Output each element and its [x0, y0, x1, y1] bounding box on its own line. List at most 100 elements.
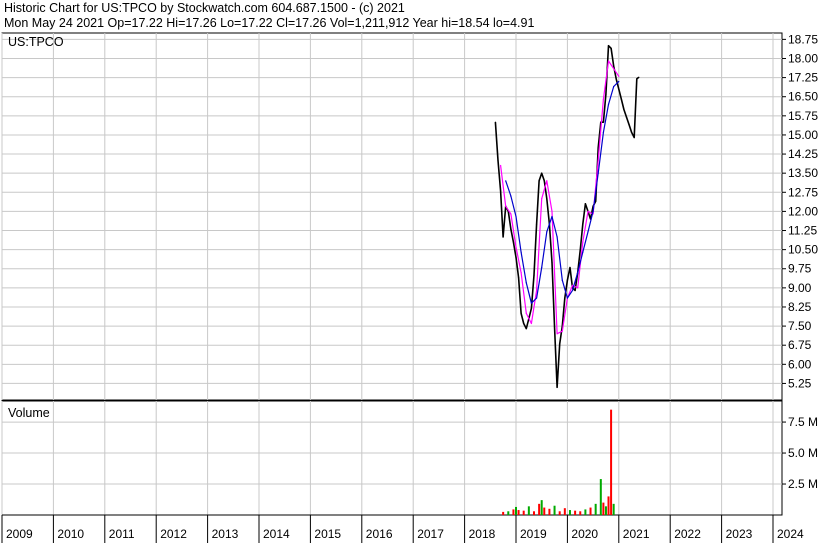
data-point-moving-average-short: [551, 210, 553, 213]
data-point-moving-average-short: [602, 98, 604, 100]
data-point-price: [579, 249, 581, 251]
data-point-price: [530, 307, 533, 309]
data-point-moving-average-long: [505, 180, 507, 182]
volume-bar: [594, 503, 597, 515]
volume-bar: [607, 496, 610, 515]
price-tick-label: 17.25: [788, 71, 818, 85]
x-tick-label: 2016: [366, 527, 393, 541]
price-panel-label: US:TPCO: [8, 35, 64, 49]
price-tick-label: 6.00: [788, 357, 812, 371]
price-tick-label: 10.50: [788, 243, 818, 257]
data-point-moving-average-long: [613, 85, 615, 88]
data-point-price: [553, 325, 556, 327]
data-point-price: [515, 256, 517, 258]
volume-bar: [502, 511, 505, 515]
data-point-price: [494, 121, 497, 123]
data-point-moving-average-long: [597, 172, 599, 174]
data-point-moving-average-long: [541, 266, 543, 269]
data-point-moving-average-long: [577, 271, 579, 274]
data-point-price: [602, 121, 604, 123]
data-point-moving-average-long: [530, 302, 533, 304]
volume-bar: [563, 508, 566, 515]
data-point-price: [595, 200, 597, 202]
x-tick-label: 2020: [571, 527, 598, 541]
x-tick-label: 2023: [726, 527, 753, 541]
x-tick-label: 2019: [520, 527, 547, 541]
data-point-moving-average-long: [566, 297, 569, 299]
data-point-price: [510, 228, 512, 230]
data-point-price: [582, 223, 584, 225]
data-point-price: [633, 136, 635, 139]
volume-bar: [548, 508, 551, 515]
data-point-price: [525, 328, 527, 330]
data-point-moving-average-long: [520, 251, 522, 253]
data-point-price: [551, 261, 553, 263]
x-tick-label: 2011: [109, 527, 135, 541]
price-tick-label: 7.50: [788, 319, 812, 333]
data-point-price: [499, 190, 502, 192]
volume-bar: [543, 507, 546, 515]
price-tick-label: 6.75: [788, 338, 812, 352]
volume-bar: [584, 509, 587, 515]
data-point-moving-average-short: [571, 284, 574, 286]
data-point-moving-average-short: [556, 333, 558, 335]
price-tick-label: 15.75: [788, 109, 818, 123]
volume-bar: [579, 511, 582, 515]
x-tick-label: 2012: [160, 527, 187, 541]
data-point-moving-average-short: [546, 180, 548, 182]
data-point-moving-average-long: [607, 103, 610, 105]
data-point-price: [546, 198, 548, 200]
data-point-price: [623, 108, 625, 111]
data-point-moving-average-long: [535, 297, 538, 299]
data-point-price: [512, 241, 515, 243]
data-point-moving-average-short: [520, 271, 522, 274]
volume-bar: [568, 510, 571, 515]
data-point-price: [566, 279, 569, 281]
data-point-price: [625, 116, 628, 118]
volume-bar: [589, 507, 592, 515]
volume-bar: [532, 511, 535, 515]
x-tick-label: 2009: [6, 527, 33, 541]
price-tick-label: 14.25: [788, 147, 818, 161]
volume-tick-label: 2.5 M: [788, 477, 818, 491]
x-tick-label: 2018: [469, 527, 496, 541]
price-tick-label: 5.25: [788, 376, 812, 390]
volume-bar: [610, 409, 613, 515]
data-point-price: [520, 312, 522, 314]
data-point-price: [541, 172, 543, 174]
data-point-price: [564, 297, 566, 299]
data-point-moving-average-short: [499, 164, 502, 167]
volume-bar: [512, 509, 515, 515]
volume-bar: [574, 510, 577, 515]
price-tick-label: 12.75: [788, 185, 818, 199]
data-point-moving-average-short: [510, 213, 512, 215]
data-point-moving-average-short: [618, 75, 620, 77]
data-point-price: [533, 274, 535, 276]
data-point-moving-average-short: [613, 68, 615, 70]
x-tick-label: 2014: [263, 527, 290, 541]
data-point-price: [615, 78, 617, 80]
data-point-moving-average-short: [597, 159, 599, 162]
price-tick-label: 9.75: [788, 262, 812, 276]
stock-chart: 2009 2010 2011 2012 2013 2014 2015 2016 2017 2018…: [1, 32, 818, 543]
volume-bar: [604, 506, 607, 515]
data-point-price: [523, 322, 525, 325]
data-point-price: [559, 343, 561, 345]
data-point-price: [638, 76, 640, 78]
data-point-moving-average-short: [607, 60, 610, 62]
data-point-moving-average-long: [618, 80, 620, 83]
data-point-moving-average-short: [535, 289, 538, 292]
data-point-moving-average-long: [561, 279, 563, 281]
price-tick-label: 18.00: [788, 51, 818, 65]
volume-panel-label: Volume: [8, 406, 50, 420]
price-tick-label: 8.25: [788, 300, 812, 314]
x-tick-label: 2017: [417, 527, 444, 541]
x-tick-label: 2010: [57, 527, 84, 541]
data-point-moving-average-long: [592, 210, 594, 213]
data-point-price: [497, 159, 499, 162]
data-point-price: [636, 78, 638, 80]
data-point-moving-average-long: [556, 236, 558, 238]
data-point-price: [613, 65, 615, 67]
data-point-price: [610, 47, 612, 49]
data-point-price: [502, 236, 504, 238]
